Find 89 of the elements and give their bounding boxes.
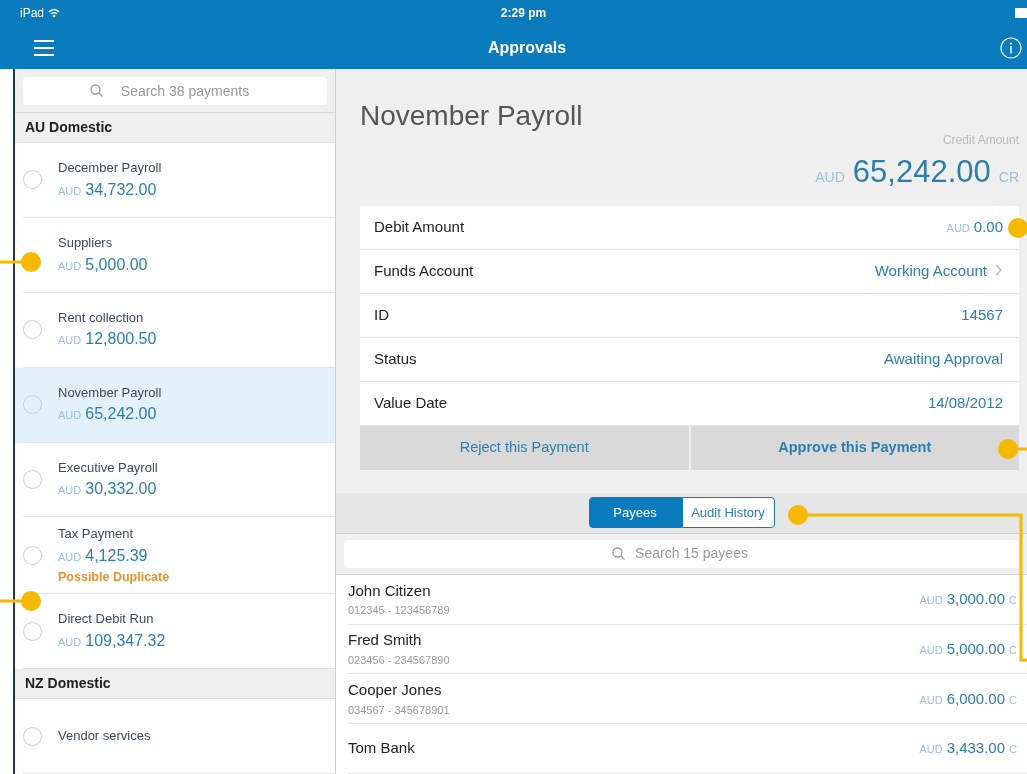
- detail-title: November Payroll: [359, 99, 584, 133]
- payment-name: Executive Payroll: [58, 458, 158, 477]
- field-label: Value Date: [374, 392, 448, 413]
- payee-row[interactable]: Cooper Jones 034567 - 345678901 AUD 6,000.00 C: [336, 674, 1027, 725]
- currency-label: AUD: [815, 168, 845, 187]
- callout-marker: [0, 591, 41, 611]
- field-label: Status: [374, 348, 417, 369]
- currency-label: AUD: [919, 742, 943, 758]
- field-label: Funds Account: [374, 260, 474, 281]
- payment-name: November Payroll: [58, 383, 162, 402]
- payment-item[interactable]: Rent collection AUD 12,800.50: [15, 292, 335, 368]
- info-button[interactable]: [1000, 36, 1022, 59]
- credit-suffix: C: [1009, 692, 1017, 708]
- account-number: 034567 - 345678901: [348, 702, 450, 718]
- payee-row[interactable]: Tom Bank AUD 3,433.00 C: [336, 724, 1027, 774]
- callout-marker: [1008, 218, 1027, 238]
- carrier-label: iPad: [20, 5, 45, 22]
- payment-name: December Payroll: [58, 159, 162, 178]
- payee-amount: 6,000.00: [946, 688, 1006, 709]
- search-bar[interactable]: Search 38 payments: [23, 77, 327, 105]
- payment-amount: 4,125.39: [85, 545, 148, 566]
- currency-label: AUD: [946, 220, 970, 236]
- currency-label: AUD: [58, 634, 82, 650]
- payment-name: Tax Payment: [58, 525, 135, 544]
- currency-label: AUD: [919, 592, 943, 608]
- menu-button[interactable]: [34, 39, 54, 56]
- account-link[interactable]: Working Account: [874, 259, 987, 283]
- field-value: 14/08/2012: [927, 392, 1003, 413]
- currency-label: AUD: [58, 408, 82, 424]
- payee-amount: 5,000.00: [946, 638, 1006, 659]
- payee-amount: 3,000.00: [946, 588, 1006, 609]
- credit-amount: 65,242.00: [852, 153, 991, 191]
- currency-label: AUD: [919, 692, 943, 708]
- payee-name: Cooper Jones: [348, 680, 443, 701]
- payment-item[interactable]: November Payroll AUD 65,242.00: [15, 367, 335, 443]
- credit-suffix: C: [1009, 592, 1017, 608]
- callout-marker: [0, 252, 41, 272]
- payment-item[interactable]: December Payroll AUD 34,732.00: [15, 143, 335, 218]
- currency-label: AUD: [58, 483, 82, 499]
- payment-name: Suppliers: [58, 234, 114, 253]
- currency-label: AUD: [58, 258, 82, 274]
- currency-label: AUD: [919, 642, 943, 658]
- account-number: 023456 - 234567890: [348, 652, 450, 668]
- field-label: Debit Amount: [374, 216, 465, 237]
- payment-amount: 5,000.00: [85, 254, 148, 275]
- warning-text: Possible Duplicate: [58, 568, 170, 586]
- status-time: 2:29 pm: [500, 5, 547, 22]
- payee-name: Fred Smith: [348, 630, 423, 651]
- payee-amount: 3,433.00: [946, 738, 1006, 759]
- payment-amount: 109,347.32: [85, 630, 166, 651]
- credit-suffix: C: [1009, 642, 1017, 658]
- currency-label: AUD: [58, 183, 82, 199]
- payment-name: Direct Debit Run: [58, 610, 155, 629]
- info-icon: [1000, 36, 1022, 59]
- payee-name: Tom Bank: [348, 738, 415, 759]
- battery-icon: [1015, 8, 1027, 18]
- search-field[interactable]: Search 15 payees: [631, 543, 752, 565]
- credit-suffix: CR: [998, 168, 1019, 187]
- section-header: AU Domestic: [25, 118, 113, 137]
- currency-label: AUD: [58, 333, 82, 349]
- payee-name: John Citizen: [348, 580, 432, 601]
- nav-title: Approvals: [487, 37, 567, 58]
- section-header: NZ Domestic: [25, 674, 111, 694]
- field-value: Awaiting Approval: [884, 348, 1003, 369]
- payment-amount: 12,800.50: [85, 329, 157, 350]
- account-number: 012345 - 123456789: [348, 603, 450, 619]
- chevron-icon: [995, 263, 1003, 276]
- currency-label: AUD: [58, 549, 82, 565]
- segment-tab[interactable]: Payees: [588, 496, 682, 529]
- search-icon: [90, 84, 104, 98]
- segment-tab[interactable]: Audit History: [681, 496, 775, 529]
- payment-amount: 34,732.00: [85, 179, 157, 200]
- payee-row[interactable]: John Citizen 012345 - 123456789 AUD 3,000.00 C: [336, 574, 1027, 625]
- payment-name: Vendor services: [58, 727, 151, 746]
- credit-suffix: C: [1009, 742, 1017, 758]
- payment-item[interactable]: Vendor services: [15, 699, 335, 774]
- payee-row[interactable]: Fred Smith 023456 - 234567890 AUD 5,000.00 C: [336, 624, 1027, 675]
- payment-item[interactable]: Executive Payroll AUD 30,332.00: [15, 442, 335, 518]
- payment-name: Rent collection: [58, 309, 145, 327]
- field-label: ID: [374, 304, 389, 325]
- payment-amount: 30,332.00: [85, 479, 157, 500]
- payment-amount: 65,242.00: [85, 404, 157, 425]
- callout-marker: [998, 439, 1027, 459]
- wifi-icon: [48, 8, 61, 18]
- search-bar[interactable]: Search 15 payees: [344, 539, 1019, 568]
- field-value: 14567: [961, 304, 1003, 325]
- search-icon: [611, 546, 626, 561]
- field-value: 0.00: [973, 216, 1003, 237]
- menu-icon: [34, 39, 54, 56]
